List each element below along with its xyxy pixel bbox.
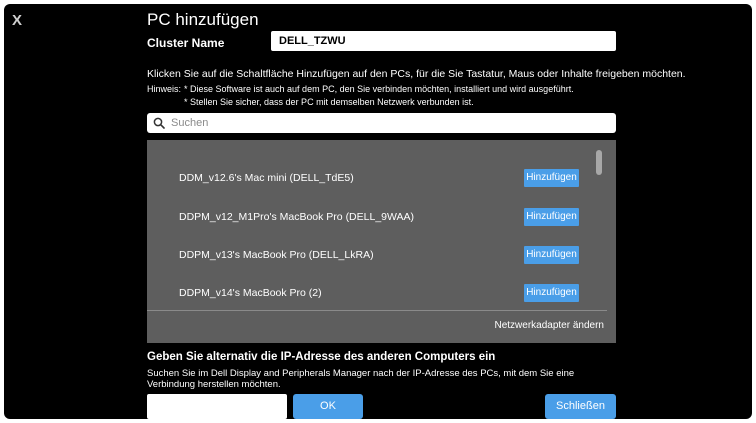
add-button[interactable]: Hinzufügen <box>524 246 579 264</box>
search-icon <box>153 117 165 129</box>
change-network-adapter-link[interactable]: Netzwerkadapter ändern <box>494 320 604 331</box>
cluster-name-field[interactable]: DELL_TZWU <box>271 31 616 51</box>
pc-name: DDPM_v14's MacBook Pro (2) <box>179 287 322 299</box>
search-input[interactable] <box>169 116 593 130</box>
add-button[interactable]: Hinzufügen <box>524 208 579 226</box>
hint-label: Hinweis: <box>147 84 182 94</box>
add-button[interactable]: Hinzufügen <box>524 284 579 302</box>
hint-line-1: * Diese Software ist auch auf dem PC, de… <box>184 84 574 94</box>
list-item: DDPM_v12_M1Pro's MacBook Pro (DELL_9WAA)… <box>147 208 593 228</box>
list-item: DDPM_v13's MacBook Pro (DELL_LkRA) Hinzu… <box>147 246 593 266</box>
list-item: DDPM_v14's MacBook Pro (2) Hinzufügen <box>147 284 593 302</box>
pc-name: DDPM_v13's MacBook Pro (DELL_LkRA) <box>179 249 374 261</box>
search-box[interactable] <box>147 113 616 133</box>
pc-list-panel: DDM_v12.6's Mac mini (DELL_TdE5) Hinzufü… <box>147 140 616 343</box>
add-pc-dialog: X PC hinzufügen Cluster Name DELL_TZWU K… <box>4 4 752 419</box>
pc-name: DDPM_v12_M1Pro's MacBook Pro (DELL_9WAA) <box>179 211 415 223</box>
alternative-ip-heading: Geben Sie alternativ die IP-Adresse des … <box>147 351 496 363</box>
hint-line-2: * Stellen Sie sicher, dass der PC mit de… <box>184 97 474 107</box>
pc-name: DDM_v12.6's Mac mini (DELL_TdE5) <box>179 172 354 184</box>
close-button[interactable]: Schließen <box>545 394 616 419</box>
scrollbar-thumb[interactable] <box>596 150 602 175</box>
close-icon[interactable]: X <box>12 12 22 29</box>
add-button[interactable]: Hinzufügen <box>524 169 579 187</box>
alternative-ip-description: Suchen Sie im Dell Display and Periphera… <box>147 368 575 390</box>
list-item: DDM_v12.6's Mac mini (DELL_TdE5) Hinzufü… <box>147 169 593 189</box>
dialog-title: PC hinzufügen <box>147 10 259 29</box>
cluster-name-label: Cluster Name <box>147 36 225 50</box>
pc-list: DDM_v12.6's Mac mini (DELL_TdE5) Hinzufü… <box>147 140 593 302</box>
instruction-text: Klicken Sie auf die Schaltfläche Hinzufü… <box>147 68 686 80</box>
ok-button[interactable]: OK <box>293 394 363 419</box>
divider <box>147 310 607 311</box>
ip-address-input[interactable] <box>147 394 287 419</box>
